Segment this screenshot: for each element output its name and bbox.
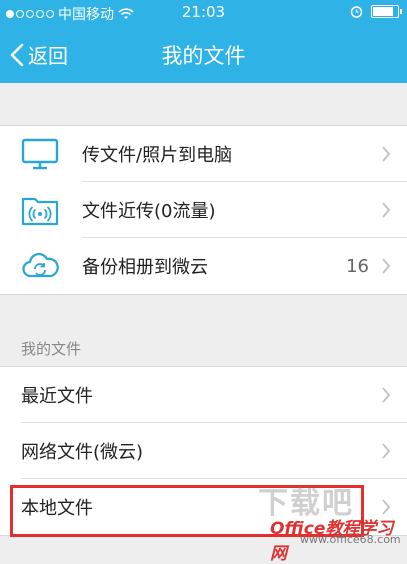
- row-label: 备份相册到微云: [82, 257, 208, 278]
- page-title: 我的文件: [161, 44, 246, 68]
- row-label: 传文件/照片到电脑: [82, 145, 233, 166]
- cloud-files-row[interactable]: 网络文件(微云): [0, 423, 407, 479]
- nearby-transfer-row[interactable]: 文件近传(0流量): [0, 182, 407, 238]
- battery-icon: [371, 5, 402, 18]
- chevron-right-icon: [382, 202, 391, 218]
- transfer-options-group: 传文件/照片到电脑 文件近传(0流量) 备份相册到微云 16: [0, 125, 407, 295]
- row-label: 网络文件(微云): [21, 442, 144, 463]
- row-label: 文件近传(0流量): [82, 201, 216, 222]
- status-bar: 中国移动 21:03: [0, 0, 407, 26]
- chevron-right-icon: [382, 387, 391, 403]
- wireless-folder-icon: [21, 197, 59, 226]
- recent-files-row[interactable]: 最近文件: [0, 367, 407, 423]
- chevron-right-icon: [382, 146, 391, 162]
- alarm-icon: [350, 6, 363, 18]
- count-badge: 16: [346, 255, 369, 277]
- app-header: 中国移动 21:03 返回 我的文件: [0, 0, 407, 83]
- cloud-sync-icon: [22, 252, 59, 278]
- computer-icon: [21, 138, 59, 170]
- navigation-bar: 返回 我的文件: [0, 26, 407, 83]
- chevron-right-icon: [382, 258, 391, 274]
- watermark-url: www.office68.com: [300, 533, 401, 546]
- transfer-to-computer-row[interactable]: 传文件/照片到电脑: [0, 126, 407, 182]
- section-title: 我的文件: [21, 340, 82, 358]
- chevron-right-icon: [382, 443, 391, 459]
- status-time: 21:03: [181, 3, 226, 21]
- backup-album-row[interactable]: 备份相册到微云 16: [0, 238, 407, 294]
- row-label: 最近文件: [21, 386, 93, 407]
